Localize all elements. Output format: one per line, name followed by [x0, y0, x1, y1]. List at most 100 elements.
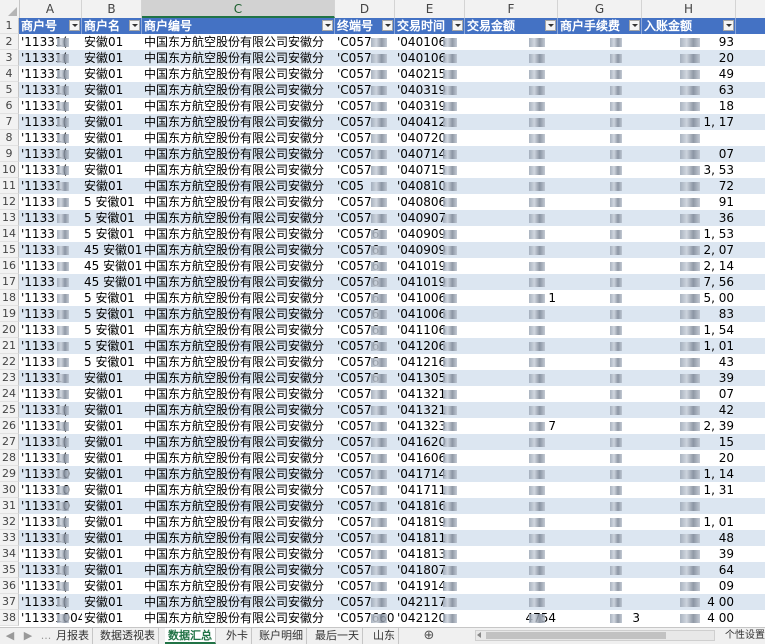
filter-dropdown-icon[interactable] [723, 20, 734, 31]
cell-a[interactable]: '11331( [19, 162, 82, 178]
cell-c[interactable]: 中国东方航空股份有限公司安徽分 [142, 98, 335, 114]
cell-c[interactable]: 中国东方航空股份有限公司安徽分 [142, 162, 335, 178]
cell-b[interactable]: 安徽01 [82, 530, 142, 546]
cell-a[interactable]: '11331( [19, 66, 82, 82]
cell-g[interactable] [558, 482, 642, 498]
add-sheet-button[interactable]: ⊕ [420, 628, 438, 644]
row-header[interactable]: 2 [0, 34, 19, 50]
row-header[interactable]: 9 [0, 146, 19, 162]
cell-a[interactable]: '1133 [19, 194, 82, 210]
row-header[interactable]: 5 [0, 82, 19, 98]
cell-b[interactable]: 安徽01 [82, 418, 142, 434]
row-header[interactable]: 12 [0, 194, 19, 210]
cell-g[interactable] [558, 210, 642, 226]
cell-a[interactable]: '113310045 [19, 610, 82, 626]
cell-c[interactable]: 中国东方航空股份有限公司安徽分 [142, 338, 335, 354]
cell-g[interactable] [558, 226, 642, 242]
cell-b[interactable]: 安徽01 [82, 562, 142, 578]
cell-g[interactable] [558, 450, 642, 466]
row-header[interactable]: 4 [0, 66, 19, 82]
cell-a[interactable]: '1133 [19, 242, 82, 258]
filter-dropdown-icon[interactable] [629, 20, 640, 31]
cell-g[interactable] [558, 82, 642, 98]
cell-a[interactable]: '11331( [19, 546, 82, 562]
filter-dropdown-icon[interactable] [382, 20, 393, 31]
cell-a[interactable]: '1133 [19, 290, 82, 306]
cell-c[interactable]: 中国东方航空股份有限公司安徽分 [142, 546, 335, 562]
header-cell[interactable]: 入账金额 [642, 18, 736, 34]
cell-a[interactable]: '11331( [19, 434, 82, 450]
cell-c[interactable]: 中国东方航空股份有限公司安徽分 [142, 178, 335, 194]
cell-c[interactable]: 中国东方航空股份有限公司安徽分 [142, 562, 335, 578]
spreadsheet-grid[interactable]: ABCDEFGH 1 2 3 4 5 6 7 8 9 10 11 12 13 14 15 16 17 18 19 20… [0, 0, 765, 627]
column-header-b[interactable]: B [82, 0, 142, 18]
cell-c[interactable]: 中国东方航空股份有限公司安徽分 [142, 226, 335, 242]
row-header[interactable]: 34 [0, 546, 19, 562]
row-header[interactable]: 26 [0, 418, 19, 434]
cell-a[interactable]: '11331 [19, 370, 82, 386]
cell-c[interactable]: 中国东方航空股份有限公司安徽分 [142, 306, 335, 322]
filter-dropdown-icon[interactable] [545, 20, 556, 31]
cell-c[interactable]: 中国东方航空股份有限公司安徽分 [142, 354, 335, 370]
cell-b[interactable]: 45 安徽01 [82, 258, 142, 274]
horizontal-scrollbar[interactable] [475, 630, 715, 641]
cell-b[interactable]: 安徽01 [82, 514, 142, 530]
cell-c[interactable]: 中国东方航空股份有限公司安徽分 [142, 130, 335, 146]
row-header[interactable]: 15 [0, 242, 19, 258]
cell-b[interactable]: 安徽01 [82, 578, 142, 594]
cell-a[interactable]: '11331( [19, 578, 82, 594]
cell-b[interactable]: 安徽01 [82, 114, 142, 130]
cell-c[interactable]: 中国东方航空股份有限公司安徽分 [142, 370, 335, 386]
cell-g[interactable] [558, 402, 642, 418]
cell-c[interactable]: 中国东方航空股份有限公司安徽分 [142, 82, 335, 98]
cell-b[interactable]: 安徽01 [82, 546, 142, 562]
row-header[interactable]: 25 [0, 402, 19, 418]
cell-g[interactable] [558, 274, 642, 290]
select-all-corner[interactable] [0, 0, 20, 18]
cell-a[interactable]: '1133 [19, 210, 82, 226]
filter-dropdown-icon[interactable] [69, 20, 80, 31]
cell-g[interactable] [558, 338, 642, 354]
cell-g[interactable] [558, 578, 642, 594]
cell-c[interactable]: 中国东方航空股份有限公司安徽分 [142, 434, 335, 450]
cell-b[interactable]: 安徽01 [82, 402, 142, 418]
scrollbar-thumb[interactable] [486, 632, 666, 639]
cell-c[interactable]: 中国东方航空股份有限公司安徽分 [142, 194, 335, 210]
row-header[interactable]: 22 [0, 354, 19, 370]
cell-c[interactable]: 中国东方航空股份有限公司安徽分 [142, 402, 335, 418]
row-header[interactable]: 35 [0, 562, 19, 578]
cell-g[interactable] [558, 162, 642, 178]
cell-g[interactable] [558, 290, 642, 306]
row-header[interactable]: 23 [0, 370, 19, 386]
cell-c[interactable]: 中国东方航空股份有限公司安徽分 [142, 610, 335, 626]
row-header[interactable]: 29 [0, 466, 19, 482]
cell-g[interactable] [558, 370, 642, 386]
cell-c[interactable]: 中国东方航空股份有限公司安徽分 [142, 482, 335, 498]
sheet-tab[interactable]: 外卡 [223, 628, 252, 644]
cell-g[interactable] [558, 386, 642, 402]
row-header[interactable]: 3 [0, 50, 19, 66]
cell-b[interactable]: 安徽01 [82, 594, 142, 610]
tab-scroll-left-icon[interactable]: ◀ [2, 628, 18, 644]
cell-a[interactable]: '1133 [19, 226, 82, 242]
row-header[interactable]: 7 [0, 114, 19, 130]
cell-g[interactable] [558, 322, 642, 338]
row-header[interactable]: 18 [0, 290, 19, 306]
row-header[interactable]: 32 [0, 514, 19, 530]
cell-b[interactable]: 45 安徽01 [82, 242, 142, 258]
cell-a[interactable]: '11331( [19, 562, 82, 578]
cell-a[interactable]: '113310 [19, 482, 82, 498]
cell-a[interactable]: '1133 [19, 322, 82, 338]
column-header-h[interactable]: H [642, 0, 736, 18]
cell-b[interactable]: 安徽01 [82, 450, 142, 466]
sheet-tab[interactable]: 数据汇总 [165, 628, 216, 644]
cell-c[interactable]: 中国东方航空股份有限公司安徽分 [142, 450, 335, 466]
row-header[interactable]: 27 [0, 434, 19, 450]
cell-g[interactable] [558, 530, 642, 546]
cell-c[interactable]: 中国东方航空股份有限公司安徽分 [142, 34, 335, 50]
sheet-tab[interactable]: 月报表 [53, 628, 93, 644]
sheet-tab[interactable]: 最后一天 [312, 628, 363, 644]
sheet-tab[interactable]: 数据透视表 [97, 628, 159, 644]
cell-c[interactable]: 中国东方航空股份有限公司安徽分 [142, 258, 335, 274]
cell-c[interactable]: 中国东方航空股份有限公司安徽分 [142, 66, 335, 82]
